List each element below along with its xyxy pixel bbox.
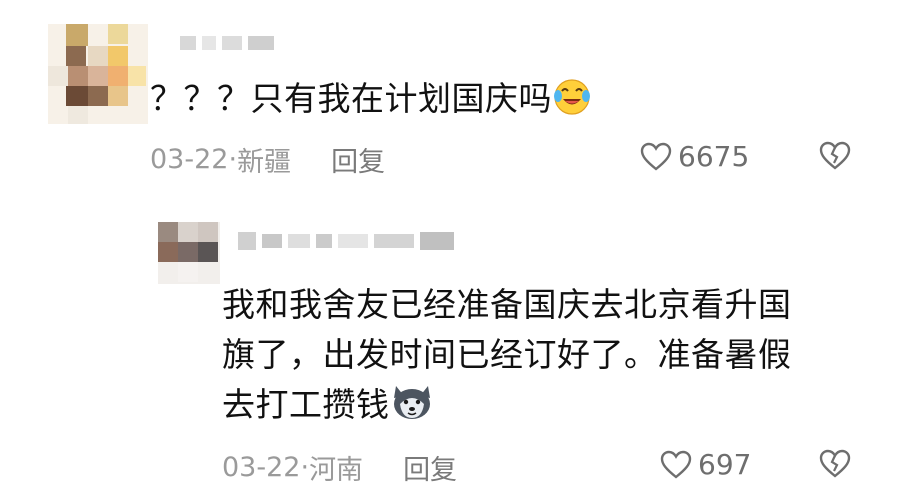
username-redacted[interactable] (180, 36, 274, 50)
comment-location: 新疆 (237, 147, 292, 178)
reply-text: 我和我舍友已经准备国庆去北京看升国 旗了，出发时间已经订好了。准备暑假 去打工攒… (222, 280, 792, 436)
reply-button[interactable]: 回复 (331, 140, 385, 179)
reply-text-line: 我和我舍友已经准备国庆去北京看升国 (222, 285, 792, 324)
like-count: 697 (698, 448, 752, 481)
laughing-crying-emoji-icon (552, 76, 592, 127)
comment-text: ？？？只有我在计划国庆吗 (150, 76, 592, 127)
dislike-button[interactable] (818, 449, 852, 483)
heart-icon (640, 142, 672, 171)
meta-separator: · (300, 452, 310, 483)
broken-heart-icon (819, 141, 851, 170)
dislike-button[interactable] (818, 141, 852, 175)
comment-date: 03-22 (150, 144, 229, 175)
reply-text-line-3: 去打工攒钱 (222, 385, 390, 424)
reply-text-line: 去打工攒钱 (222, 380, 792, 436)
username-redacted[interactable] (238, 232, 454, 250)
avatar[interactable] (158, 222, 220, 284)
reply-date: 03-22 (222, 452, 301, 483)
reply-location: 河南 (309, 455, 364, 486)
broken-heart-icon (819, 449, 851, 478)
husky-dog-emoji-icon (390, 382, 434, 436)
meta-separator: · (228, 144, 238, 175)
avatar[interactable] (48, 24, 148, 124)
like-button[interactable]: 6675 (640, 140, 749, 173)
comment-meta: 03-22 · 新疆 回复 (150, 140, 385, 179)
heart-icon (660, 450, 692, 479)
like-count: 6675 (678, 140, 750, 173)
reply-button[interactable]: 回复 (403, 448, 457, 487)
reply-text-line: 旗了，出发时间已经订好了。准备暑假 (222, 335, 792, 374)
reply-meta: 03-22 · 河南 回复 (222, 448, 457, 487)
comment-text-label: ？？？只有我在计划国庆吗 (150, 79, 552, 118)
like-button[interactable]: 697 (660, 448, 751, 481)
